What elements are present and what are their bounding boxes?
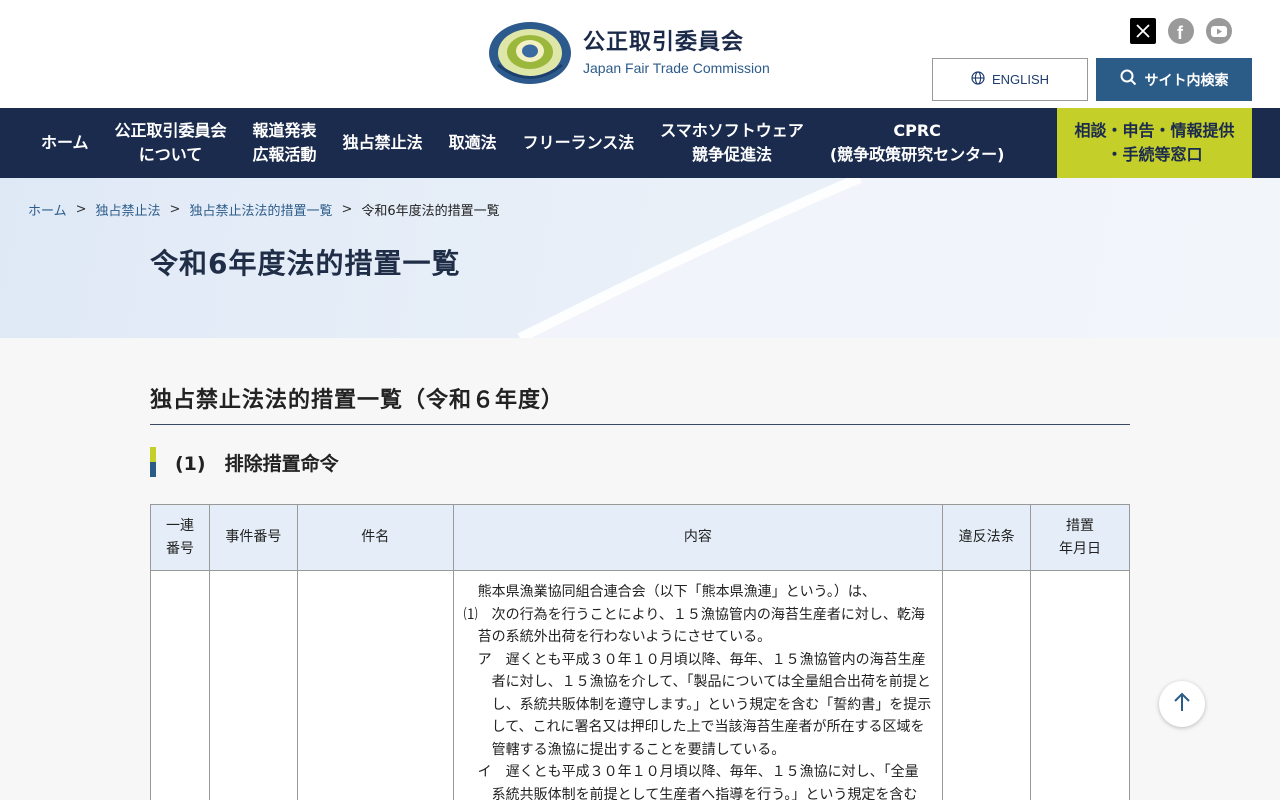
breadcrumb-separator: >	[341, 202, 353, 217]
nav-item-about[interactable]: 公正取引委員会 について	[102, 108, 240, 178]
english-label: ENGLISH	[991, 72, 1050, 87]
section-title: 独占禁止法法的措置一覧（令和６年度）	[150, 382, 1130, 425]
breadcrumb-separator: >	[75, 202, 87, 217]
site-search-button[interactable]: サイト内検索	[1096, 58, 1252, 101]
arrow-up-icon	[1173, 692, 1191, 716]
nav-item-home[interactable]: ホーム	[28, 108, 102, 178]
table-header-row: 一連 番号 事件番号 件名 内容 違反法条 措置 年月日	[150, 504, 1130, 571]
nav-item-smartphone[interactable]: スマホソフトウェア 競争促進法	[647, 108, 817, 178]
youtube-icon[interactable]	[1206, 18, 1232, 44]
social-links: f	[1130, 18, 1232, 44]
site-logo[interactable]: 公正取引委員会 Japan Fair Trade Commission	[488, 20, 770, 86]
content-paragraph: イ 遅くとも平成３０年１０月頃以降、毎年、１５漁協に対し、「全量系統共販体制を前…	[477, 764, 919, 800]
globe-icon	[971, 71, 985, 88]
nav-item-antimonopoly[interactable]: 独占禁止法	[330, 108, 436, 178]
logo-title-ja: 公正取引委員会	[583, 30, 745, 55]
svg-text:f: f	[1177, 23, 1184, 43]
nav-item-press[interactable]: 報道発表 広報活動	[240, 108, 330, 178]
content-paragraph: 熊本県漁業協同組合連合会（以下「熊本県漁連」という。）は、	[477, 584, 876, 600]
back-to-top-button[interactable]	[1159, 681, 1205, 727]
facebook-icon[interactable]: f	[1168, 18, 1194, 44]
page-hero: ホーム > 独占禁止法 > 独占禁止法法的措置一覧 > 令和6年度法的措置一覧 …	[0, 178, 1280, 338]
site-header: 公正取引委員会 Japan Fair Trade Commission f EN…	[0, 0, 1280, 108]
nav-item-freelance[interactable]: フリーランス法	[510, 108, 648, 178]
column-header-case-number: 事件番号	[208, 504, 298, 571]
cell-violation	[942, 570, 1032, 800]
column-header-violation: 違反法条	[942, 504, 1032, 571]
column-header-content: 内容	[452, 504, 944, 571]
content-paragraph: ア 遅くとも平成３０年１０月頃以降、毎年、１５漁協管内の海苔生産者に対し、１５漁…	[477, 651, 932, 758]
nav-item-cprc[interactable]: CPRC (競争政策研究センター)	[817, 108, 1018, 178]
subsection-heading: (1) 排除措置命令	[150, 447, 1130, 477]
main-content: 独占禁止法法的措置一覧（令和６年度） (1) 排除措置命令 一連 番号 事件番号…	[150, 338, 1130, 800]
column-header-date: 措置 年月日	[1030, 504, 1130, 571]
table-row: 熊本県漁業協同組合連合会（以下「熊本県漁連」という。）は、 ⑴ 次の行為を行うこ…	[150, 570, 1130, 800]
english-button[interactable]: ENGLISH	[932, 58, 1088, 101]
search-label: サイト内検索	[1144, 72, 1229, 89]
global-nav: ホーム 公正取引委員会 について 報道発表 広報活動 独占禁止法 取適法 フリー…	[0, 108, 1280, 178]
cell-serial	[150, 570, 210, 800]
heading-accent-bar	[150, 447, 156, 477]
x-icon[interactable]	[1130, 18, 1156, 44]
page-title: 令和6年度法的措置一覧	[150, 247, 461, 280]
cell-date	[1030, 570, 1130, 800]
cell-content: 熊本県漁業協同組合連合会（以下「熊本県漁連」という。）は、 ⑴ 次の行為を行うこ…	[452, 570, 944, 800]
breadcrumb-antimonopoly[interactable]: 独占禁止法	[96, 200, 161, 219]
column-header-case-name: 件名	[296, 504, 454, 571]
nav-item-consultation[interactable]: 相談・申告・情報提供 ・手続等窓口	[1057, 108, 1252, 178]
jftc-emblem-icon	[488, 20, 572, 86]
breadcrumb-legal-measures[interactable]: 独占禁止法法的措置一覧	[189, 200, 332, 219]
cell-case-number	[208, 570, 298, 800]
measures-table: 一連 番号 事件番号 件名 内容 違反法条 措置 年月日 熊本県漁業協同組合連合…	[150, 504, 1130, 800]
breadcrumb: ホーム > 独占禁止法 > 独占禁止法法的措置一覧 > 令和6年度法的措置一覧	[28, 200, 500, 219]
content-paragraph: ⑴ 次の行為を行うことにより、１５漁協管内の海苔生産者に対し、乾海苔の系統外出荷…	[463, 606, 925, 646]
breadcrumb-current: 令和6年度法的措置一覧	[361, 204, 500, 219]
breadcrumb-separator: >	[169, 202, 181, 217]
subsection-title: (1) 排除措置命令	[175, 452, 339, 475]
search-icon	[1120, 69, 1137, 90]
logo-title-en: Japan Fair Trade Commission	[583, 60, 770, 76]
column-header-serial: 一連 番号	[150, 504, 210, 571]
cell-case-name	[296, 570, 454, 800]
nav-item-subcontract[interactable]: 取適法	[436, 108, 510, 178]
breadcrumb-home[interactable]: ホーム	[28, 200, 67, 219]
